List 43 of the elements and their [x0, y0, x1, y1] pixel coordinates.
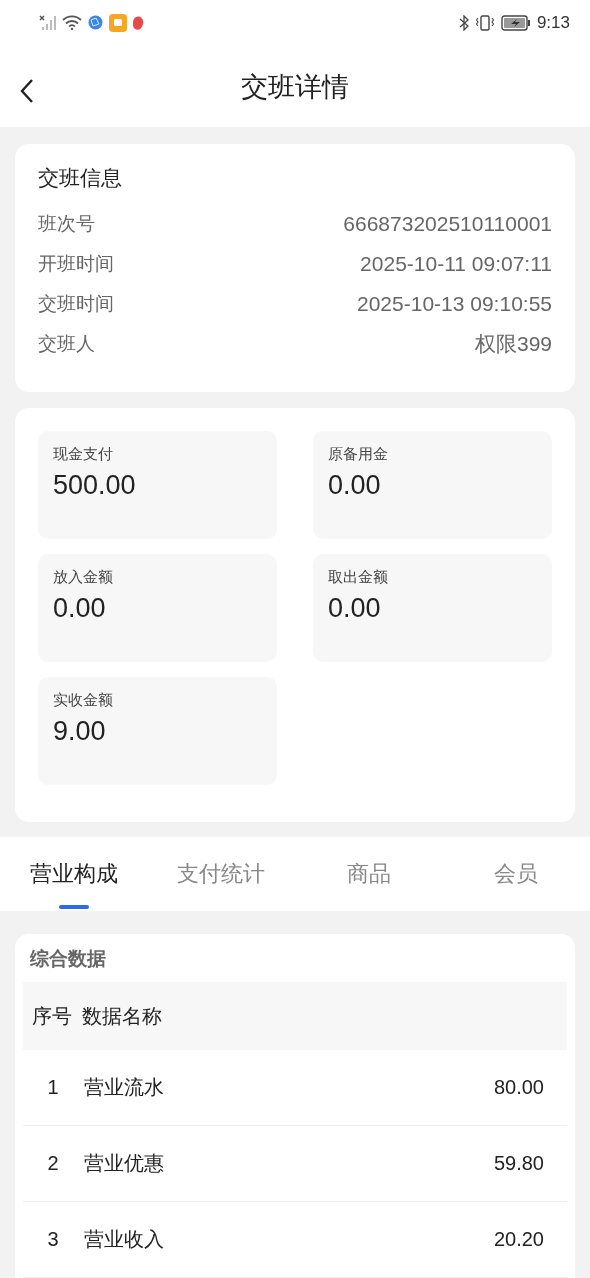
tab[interactable]: 支付统计	[147, 837, 295, 911]
table-cell-text: 营业收入	[84, 1226, 165, 1253]
table-cell-text: 3	[46, 1228, 60, 1251]
amount-label: 放入金额	[53, 568, 114, 588]
field-label: 班次号	[38, 211, 95, 237]
tab[interactable]: 营业构成	[0, 837, 148, 911]
table-cell: 20.20	[493, 1228, 544, 1251]
field-value: 666873202510110001	[343, 212, 552, 237]
field-value: 权限399	[474, 331, 552, 358]
field-label: 交班人	[38, 331, 95, 357]
section-title: 综合数据	[29, 946, 107, 971]
column-header: 序号	[32, 1002, 72, 1030]
battery-icon	[500, 14, 531, 31]
tab[interactable]: 会员	[442, 837, 590, 911]
back-icon	[20, 77, 34, 104]
status-time: 9:13	[536, 12, 570, 33]
field-value: 2025-10-11 09:07:11	[360, 252, 552, 277]
table-cell: 59.80	[493, 1152, 544, 1175]
field-value: 2025-10-13 09:10:55	[357, 292, 552, 317]
amount-label: 原备用金	[328, 445, 389, 465]
signal-icon	[38, 14, 56, 31]
field-label: 交班时间	[38, 291, 114, 317]
amount-label: 现金支付	[53, 445, 114, 465]
table-cell-text: 营业流水	[84, 1074, 165, 1101]
table-cell-text: 营业优惠	[84, 1150, 165, 1177]
table-cell-text: 2	[46, 1152, 60, 1175]
bluetooth-icon	[458, 14, 469, 31]
column-header: 数据名称	[82, 1002, 162, 1030]
amount-value: 0.00	[328, 470, 382, 502]
amount-label: 取出金额	[328, 568, 389, 588]
vibrate-icon	[474, 14, 495, 31]
amount-value: 0.00	[53, 593, 107, 625]
amount-value: 500.00	[53, 470, 137, 502]
amount-value: 9.00	[53, 716, 107, 748]
table-cell-text: 1	[46, 1076, 60, 1099]
amount-label: 实收金额	[53, 691, 114, 711]
section-title: 交班信息	[38, 165, 123, 193]
table-cell: 80.00	[493, 1076, 544, 1099]
tab[interactable]: 商品	[295, 837, 443, 911]
field-label: 开班时间	[38, 251, 114, 277]
wifi-icon	[62, 15, 82, 31]
page-title: 交班详情	[241, 69, 349, 104]
amount-value: 0.00	[328, 593, 382, 625]
